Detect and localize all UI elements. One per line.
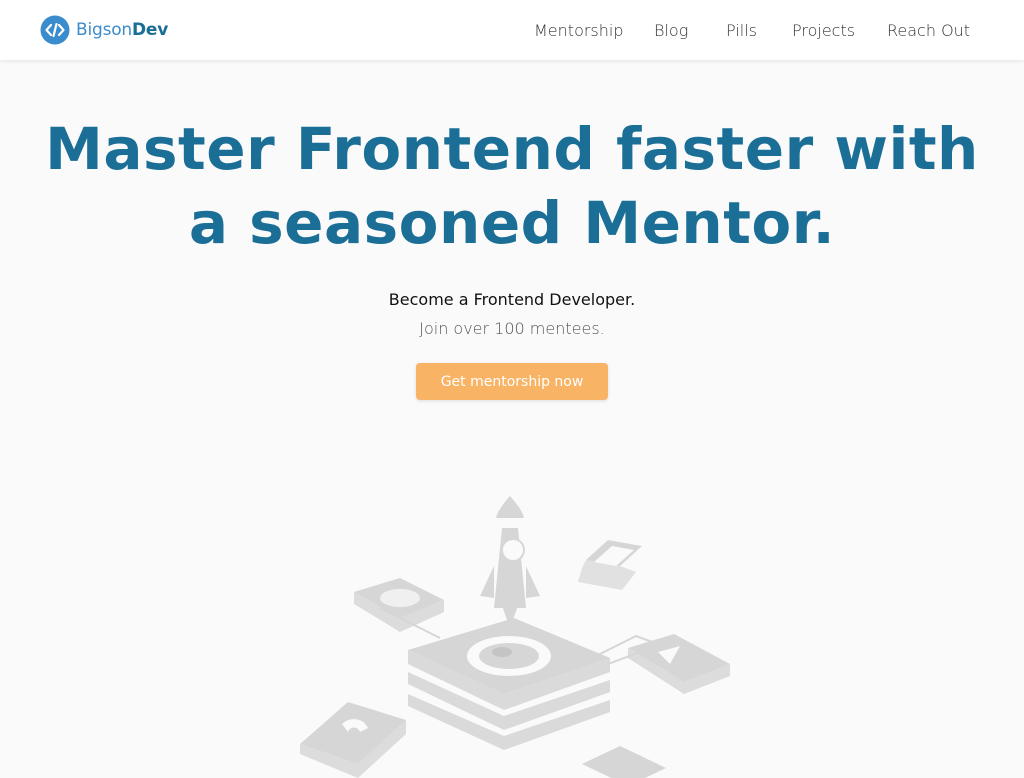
nav-link-blog[interactable]: Blog — [654, 21, 688, 40]
nav-link-projects[interactable]: Projects — [792, 21, 855, 40]
rocket-launch-isometric-icon — [300, 496, 730, 778]
nav-link-reach-out[interactable]: Reach Out — [887, 21, 970, 40]
hero-title-line2: a seasoned Mentor. — [188, 189, 836, 257]
hero-title: Master Frontend faster with a seasoned M… — [0, 112, 1024, 260]
hero-title-line1: Master Frontend faster with — [45, 115, 979, 183]
nav-link-pills[interactable]: Pills — [726, 21, 757, 40]
main-navigation: Mentorship Blog Pills Projects Reach Out — [0, 21, 1024, 43]
nav-link-mentorship[interactable]: Mentorship — [534, 21, 624, 40]
hero-subtext: Join over 100 mentees. — [419, 319, 605, 338]
navbar: BigsonDev Mentorship Blog Pills Projects… — [0, 0, 1024, 60]
hero-subtitle: Become a Frontend Developer. — [388, 290, 636, 309]
get-mentorship-button[interactable]: Get mentorship now — [416, 363, 608, 400]
